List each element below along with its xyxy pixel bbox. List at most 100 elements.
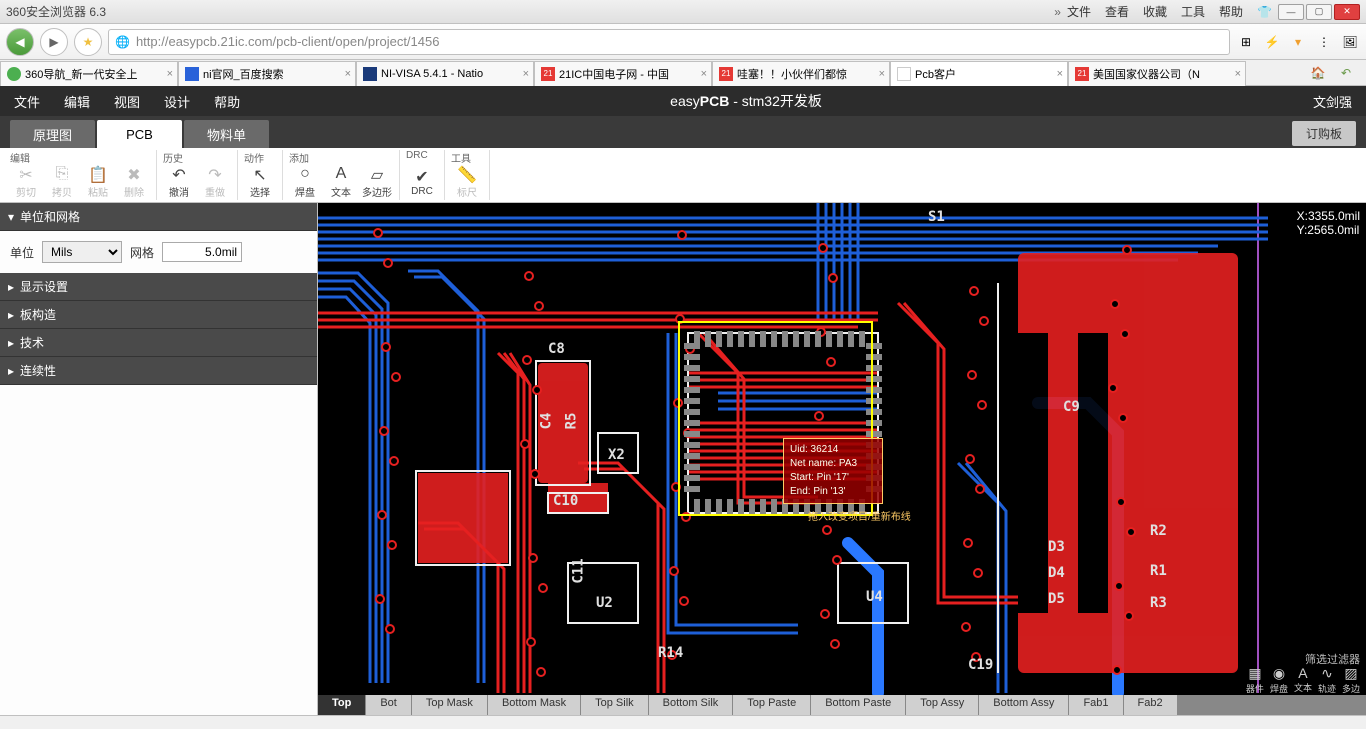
tool-撤消[interactable]: ↶撤消	[161, 162, 197, 202]
menu-tools[interactable]: 工具	[1181, 3, 1205, 20]
group-label: DRC	[404, 150, 440, 162]
menu-edit[interactable]: 编辑	[64, 92, 90, 111]
menu-design[interactable]: 设计	[164, 92, 190, 111]
browser-tab[interactable]: ni官网_百度搜索×	[178, 61, 356, 86]
layer-tab-bottom-assy[interactable]: Bottom Assy	[979, 695, 1069, 715]
tool-拷贝[interactable]: ⎘拷贝	[44, 162, 80, 202]
tab-label: 哇塞！！小伙伴们都惊	[737, 66, 847, 82]
tool-多边形[interactable]: ▱多边形	[359, 162, 395, 202]
pcb-canvas[interactable]: Uid: 36214 Net name: PA3 Start: Pin '17'…	[318, 203, 1366, 715]
browser-tab[interactable]: 21美国国家仪器公司（N×	[1068, 61, 1246, 86]
close-button[interactable]: ✕	[1334, 4, 1360, 20]
group-label: 历史	[161, 150, 233, 162]
layer-tab-top-mask[interactable]: Top Mask	[412, 695, 488, 715]
acc-units[interactable]: ▾单位和网格	[0, 203, 317, 231]
order-button[interactable]: 订购板	[1292, 121, 1356, 146]
layer-tab-bottom-mask[interactable]: Bottom Mask	[488, 695, 581, 715]
filter-焊盘[interactable]: ◉焊盘	[1270, 665, 1288, 695]
acc-board[interactable]: ▸板构造	[0, 301, 317, 329]
menu-file[interactable]: 文件	[1067, 3, 1091, 20]
close-tab-icon[interactable]: ×	[1235, 68, 1241, 80]
filter-文本[interactable]: A文本	[1294, 665, 1312, 695]
browser-tab[interactable]: 2121IC中国电子网 - 中国×	[534, 61, 712, 86]
pic-icon[interactable]: 🖼	[1340, 32, 1360, 52]
coord-y: Y:2565.0mil	[1297, 223, 1360, 237]
tool-标尺[interactable]: 📏标尺	[449, 162, 485, 202]
browser-tab[interactable]: 21哇塞！！小伙伴们都惊×	[712, 61, 890, 86]
tab-schematic[interactable]: 原理图	[10, 120, 95, 148]
filter-label: 文本	[1294, 681, 1312, 694]
menu-file[interactable]: 文件	[14, 92, 40, 111]
unit-select[interactable]: Mils	[42, 241, 122, 263]
designator: C9	[1063, 399, 1080, 415]
close-tab-icon[interactable]: ×	[523, 68, 529, 80]
chevron-icon: »	[1054, 5, 1061, 19]
close-tab-icon[interactable]: ×	[1057, 68, 1063, 80]
browser-title: 360安全浏览器 6.3	[6, 3, 1054, 20]
filter-多边[interactable]: ▨多边	[1342, 665, 1360, 695]
coord-x: X:3355.0mil	[1297, 209, 1360, 223]
globe-icon: 🌐	[115, 35, 130, 49]
layer-tab-top-assy[interactable]: Top Assy	[906, 695, 979, 715]
layer-tab-bottom-paste[interactable]: Bottom Paste	[811, 695, 906, 715]
forward-button[interactable]: ▶	[40, 28, 68, 56]
layer-tab-top-paste[interactable]: Top Paste	[733, 695, 811, 715]
home-icon[interactable]: 🏠	[1308, 63, 1328, 83]
tool-重做[interactable]: ↷重做	[197, 162, 233, 202]
browser-tab[interactable]: Pcb客户×	[890, 61, 1068, 86]
menu-help[interactable]: 帮助	[1219, 3, 1243, 20]
tab-bom[interactable]: 物料单	[184, 120, 269, 148]
layer-tab-fab1[interactable]: Fab1	[1069, 695, 1123, 715]
tool-删除[interactable]: ✖删除	[116, 162, 152, 202]
bolt-icon[interactable]: ⚡	[1262, 32, 1282, 52]
close-tab-icon[interactable]: ×	[345, 68, 351, 80]
ext-icon[interactable]: ⋮	[1314, 32, 1334, 52]
url-input[interactable]	[136, 34, 1223, 49]
down-icon[interactable]: ▾	[1288, 32, 1308, 52]
menu-view[interactable]: 视图	[114, 92, 140, 111]
qr-icon[interactable]: ⊞	[1236, 32, 1256, 52]
user-label[interactable]: 文剑强	[1252, 92, 1352, 111]
tool-icon: ✖	[127, 165, 140, 183]
acc-cont[interactable]: ▸连续性	[0, 357, 317, 385]
filter-icons: ▦器件 ◉焊盘 A文本 ∿轨迹 ▨多边	[1246, 665, 1360, 695]
favicon-icon	[363, 67, 377, 81]
designator: X2	[608, 447, 625, 463]
filter-轨迹[interactable]: ∿轨迹	[1318, 665, 1336, 695]
grid-input[interactable]	[162, 242, 242, 262]
close-tab-icon[interactable]: ×	[701, 68, 707, 80]
tool-焊盘[interactable]: ○焊盘	[287, 162, 323, 202]
expand-icon: ▸	[8, 308, 14, 322]
layer-tab-bot[interactable]: Bot	[366, 695, 412, 715]
tab-label: 360导航_新一代安全上	[25, 66, 137, 82]
tool-DRC[interactable]: ✔DRC	[404, 162, 440, 202]
favorite-button[interactable]: ★	[74, 28, 102, 56]
address-bar[interactable]: 🌐	[108, 29, 1230, 55]
browser-tab[interactable]: NI-VISA 5.4.1 - Natio×	[356, 61, 534, 86]
layer-tab-fab2[interactable]: Fab2	[1124, 695, 1178, 715]
filter-器件[interactable]: ▦器件	[1246, 665, 1264, 695]
acc-display[interactable]: ▸显示设置	[0, 273, 317, 301]
minimize-button[interactable]: —	[1278, 4, 1304, 20]
acc-tech[interactable]: ▸技术	[0, 329, 317, 357]
maximize-button[interactable]: ▢	[1306, 4, 1332, 20]
tool-label: DRC	[411, 186, 433, 197]
tool-文本[interactable]: A文本	[323, 162, 359, 202]
tool-粘贴[interactable]: 📋粘贴	[80, 162, 116, 202]
layer-tab-bottom-silk[interactable]: Bottom Silk	[649, 695, 734, 715]
layer-tab-top[interactable]: Top	[318, 695, 366, 715]
browser-tab[interactable]: 360导航_新一代安全上 ×	[0, 61, 178, 86]
undo-icon[interactable]: ↶	[1336, 63, 1356, 83]
back-button[interactable]: ◀	[6, 28, 34, 56]
tab-pcb[interactable]: PCB	[97, 120, 182, 148]
menu-view[interactable]: 查看	[1105, 3, 1129, 20]
menu-fav[interactable]: 收藏	[1143, 3, 1167, 20]
left-panel: ▾单位和网格 单位 Mils 网格 ▸显示设置 ▸板构造 ▸技术 ▸连续性	[0, 203, 318, 715]
close-tab-icon[interactable]: ×	[167, 68, 173, 80]
tool-剪切[interactable]: ✂剪切	[8, 162, 44, 202]
close-tab-icon[interactable]: ×	[879, 68, 885, 80]
layer-tab-top-silk[interactable]: Top Silk	[581, 695, 649, 715]
shirt-icon[interactable]: 👕	[1257, 5, 1272, 19]
menu-help[interactable]: 帮助	[214, 92, 240, 111]
tool-选择[interactable]: ↖选择	[242, 162, 278, 202]
